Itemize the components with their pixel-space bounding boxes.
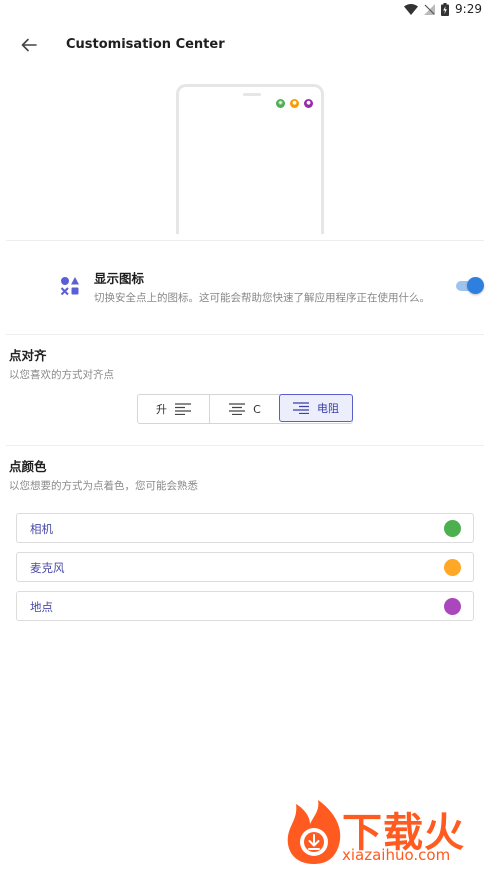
phone-preview: ◉ ● ● — [0, 84, 490, 240]
divider — [6, 445, 484, 446]
battery-charging-icon — [441, 2, 450, 16]
shapes-icon — [60, 276, 80, 296]
back-button[interactable] — [14, 32, 44, 60]
app-bar: Customisation Center — [0, 22, 490, 70]
microphone-icon: ● — [292, 100, 297, 106]
phone-speaker — [243, 93, 261, 96]
color-row-label: 地点 — [30, 600, 53, 614]
align-right-option[interactable]: 电阻 — [279, 394, 353, 422]
color-row-label: 麦克风 — [30, 561, 65, 575]
preview-dot-camera: ◉ — [276, 99, 285, 108]
show-icons-subtitle: 切换安全点上的图标。这可能会帮助您快速了解应用程序正在使用什么。 — [94, 292, 430, 304]
status-icons: 9:29 — [404, 2, 482, 16]
color-row-label: 相机 — [30, 522, 53, 536]
align-right-label: 电阻 — [317, 402, 339, 415]
align-center-icon — [229, 403, 246, 415]
show-icons-toggle[interactable] — [456, 277, 484, 294]
location-icon: ● — [306, 100, 311, 106]
watermark-url: xiazaihuo.com — [342, 846, 451, 864]
color-row-microphone[interactable]: 麦克风 — [16, 552, 474, 582]
wifi-icon — [404, 3, 419, 15]
dot-color-title: 点颜色 — [9, 459, 47, 474]
preview-dot-microphone: ● — [290, 99, 299, 108]
divider — [6, 334, 484, 335]
alignment-segmented-control: 升 C 电阻 — [137, 394, 353, 424]
divider — [6, 240, 484, 241]
color-swatch[interactable] — [444, 520, 461, 537]
watermark: 下载火 xiazaihuo.com — [284, 798, 484, 870]
status-time: 9:29 — [455, 2, 482, 16]
camera-icon: ◉ — [278, 100, 283, 106]
flame-logo-icon — [284, 798, 344, 866]
toggle-thumb — [467, 277, 484, 294]
arrow-left-icon — [21, 37, 37, 56]
dot-color-subtitle: 以您想要的方式为点着色，您可能会熟悉 — [9, 480, 198, 492]
page-title: Customisation Center — [66, 37, 225, 52]
align-left-option[interactable]: 升 — [138, 395, 209, 423]
align-center-option[interactable]: C — [209, 395, 280, 423]
status-bar: 9:29 — [0, 0, 490, 20]
phone-frame: ◉ ● ● — [176, 84, 324, 234]
show-icons-title: 显示图标 — [94, 271, 145, 286]
alignment-title: 点对齐 — [9, 348, 47, 363]
align-left-label: 升 — [156, 403, 167, 416]
align-left-icon — [175, 403, 191, 415]
color-swatch[interactable] — [444, 559, 461, 576]
preview-dots: ◉ ● ● — [276, 99, 313, 108]
no-signal-icon — [424, 3, 436, 15]
show-icons-setting: 显示图标 切换安全点上的图标。这可能会帮助您快速了解应用程序正在使用什么。 — [0, 258, 490, 318]
color-swatch[interactable] — [444, 598, 461, 615]
preview-dot-location: ● — [304, 99, 313, 108]
align-right-icon — [293, 402, 309, 414]
color-row-location[interactable]: 地点 — [16, 591, 474, 621]
alignment-subtitle: 以您喜欢的方式对齐点 — [9, 369, 114, 381]
align-center-label: C — [253, 402, 261, 416]
color-row-camera[interactable]: 相机 — [16, 513, 474, 543]
